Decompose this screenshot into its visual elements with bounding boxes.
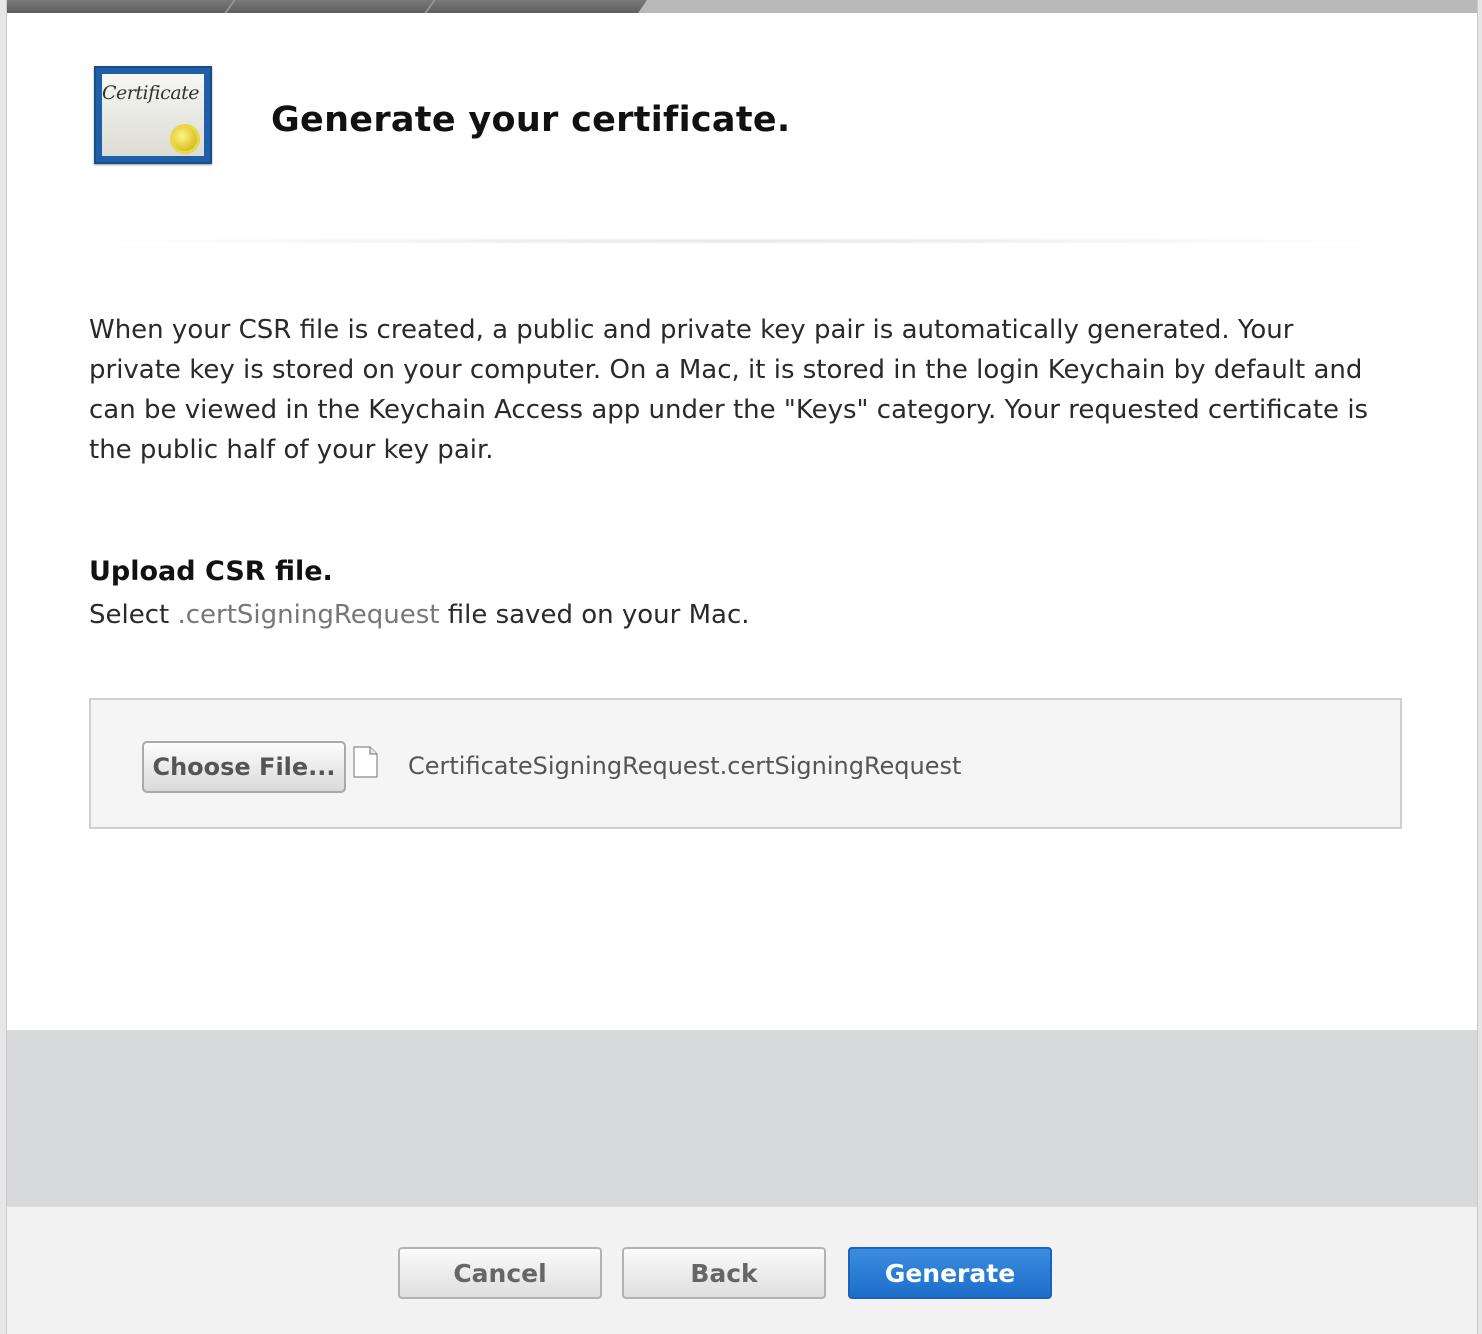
upload-instructions-prefix: Select bbox=[89, 600, 178, 630]
generate-button[interactable]: Generate bbox=[848, 1247, 1052, 1299]
cancel-button[interactable]: Cancel bbox=[398, 1247, 602, 1299]
description-text: When your CSR file is created, a public … bbox=[89, 315, 1369, 465]
footer-band bbox=[7, 1030, 1477, 1206]
upload-heading: Upload CSR file. bbox=[89, 556, 333, 587]
upload-instructions-suffix: file saved on your Mac. bbox=[439, 600, 750, 630]
selected-file-name: CertificateSigningRequest.certSigningReq… bbox=[408, 752, 962, 780]
footer-actions: Cancel Back Generate bbox=[7, 1206, 1477, 1334]
page-title: Generate your certificate. bbox=[271, 100, 791, 140]
section-divider bbox=[89, 238, 1389, 244]
document-icon bbox=[353, 746, 378, 778]
certificate-icon-text: Certificate bbox=[102, 82, 200, 104]
upload-instructions: Select .certSigningRequest file saved on… bbox=[89, 600, 750, 630]
file-extension-text: .certSigningRequest bbox=[177, 600, 440, 630]
page-frame: Certificate Generate your certificate. W… bbox=[6, 0, 1478, 1334]
progress-strip-filled bbox=[7, 0, 647, 13]
certificate-icon: Certificate bbox=[94, 66, 212, 164]
back-button[interactable]: Back bbox=[622, 1247, 826, 1299]
file-upload-box: Choose File... CertificateSigningRequest… bbox=[89, 698, 1402, 829]
progress-strip bbox=[7, 0, 1477, 13]
seal-icon bbox=[170, 124, 200, 154]
choose-file-button[interactable]: Choose File... bbox=[142, 741, 346, 793]
